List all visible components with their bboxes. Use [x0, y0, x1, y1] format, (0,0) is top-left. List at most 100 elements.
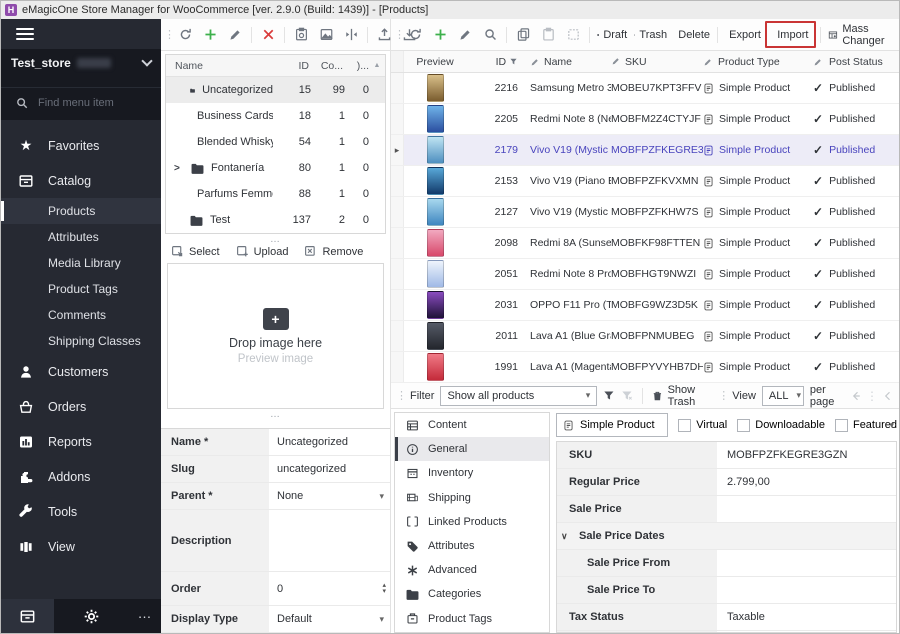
column-type[interactable]: Product Type [703, 56, 813, 68]
column-id[interactable]: ID [466, 56, 526, 68]
apply-filter-icon[interactable] [603, 388, 615, 403]
tab-shipping[interactable]: Shipping [395, 486, 549, 510]
sidebar-item-tools[interactable]: Tools [1, 494, 161, 529]
slug-field[interactable]: uncategorized [269, 456, 390, 482]
category-row[interactable]: Business Cards 18 1 0 [166, 103, 385, 129]
sidebar-item-view[interactable]: View [1, 529, 161, 564]
column-name[interactable]: Name [526, 56, 611, 68]
copy-button[interactable] [511, 23, 535, 47]
filter-drag-handle[interactable]: ⋮ [396, 389, 404, 402]
tab-attributes[interactable]: Attributes [395, 534, 549, 558]
sidebar-item-product-tags[interactable]: Product Tags [1, 276, 161, 302]
menu-search[interactable] [1, 87, 161, 120]
tab-product-tags[interactable]: Product Tags [395, 607, 549, 631]
add-button[interactable] [198, 23, 222, 47]
sidebar-item-comments[interactable]: Comments [1, 302, 161, 328]
select-image-button[interactable]: Select [171, 245, 220, 258]
sidebar-item-orders[interactable]: Orders [1, 389, 161, 424]
image-edit-button[interactable] [314, 23, 338, 47]
upload-image-button[interactable]: Upload [236, 245, 289, 258]
refresh-button[interactable] [403, 23, 427, 47]
category-row[interactable]: Test 137 2 0 [166, 207, 385, 233]
search-button[interactable] [478, 23, 502, 47]
pagination-arrows[interactable]: ⋮ [850, 389, 894, 403]
trash-button[interactable]: Trash [631, 23, 670, 47]
product-row[interactable]: 2205 Redmi Note 8 (Neptune Blue, MOBFM2Z… [391, 104, 899, 135]
column-sku[interactable]: SKU [611, 56, 703, 68]
paste-special-button[interactable] [561, 23, 585, 47]
paste-image-button[interactable] [289, 23, 313, 47]
toolbar-drag-handle[interactable]: ⋮ [394, 28, 402, 41]
image-drop-area[interactable]: + Drop image here Preview image [167, 263, 384, 409]
show-trash-button[interactable]: Show Trash [652, 384, 712, 408]
category-row[interactable]: Blended Whisky 54 1 0 [166, 129, 385, 155]
column-extra[interactable]: )... [343, 60, 369, 72]
name-field[interactable]: Uncategorized [269, 429, 390, 455]
product-row-selected[interactable]: ▸ 2179 Vivo V19 (Mystic Silver, 128 GB M… [391, 135, 899, 166]
clear-filter-icon[interactable] [621, 388, 633, 403]
display-type-dropdown[interactable]: Default▾ [269, 606, 390, 632]
panel-resize-handle[interactable]: … [161, 409, 390, 419]
parent-dropdown[interactable]: None▾ [269, 483, 390, 509]
hamburger-menu-icon[interactable] [1, 19, 161, 49]
tab-categories[interactable]: Categories [395, 582, 549, 606]
sale-price-field[interactable] [717, 496, 896, 522]
paste-button[interactable] [536, 23, 560, 47]
sku-field[interactable]: MOBFPZFKEGRE3GZN [717, 442, 896, 468]
product-row[interactable]: 2051 Redmi Note 8 Pro (Halo White, MOBFH… [391, 259, 899, 290]
collapse-chevron-icon[interactable]: ∨ [561, 531, 571, 542]
filter-dropdown[interactable]: Show all products▾ [440, 386, 597, 406]
product-row[interactable]: 2216 Samsung Metro 313 Dual Sim MOBEU7KP… [391, 73, 899, 104]
tab-general[interactable]: General [395, 437, 549, 461]
edit-button[interactable] [453, 23, 477, 47]
regular-price-field[interactable]: 2.799,00 [717, 469, 896, 495]
sidebar-item-attributes[interactable]: Attributes [1, 224, 161, 250]
tax-status-field[interactable]: Taxable [717, 604, 896, 630]
product-type-dropdown[interactable]: Simple Product ▾ [556, 413, 668, 437]
split-view-button[interactable] [339, 23, 363, 47]
edit-button[interactable] [223, 23, 247, 47]
more-ellipsis-icon[interactable]: … [129, 599, 161, 633]
column-status[interactable]: Post Status [813, 56, 899, 68]
expand-icon[interactable]: > [174, 163, 184, 174]
remove-image-button[interactable]: Remove [304, 245, 363, 258]
featured-checkbox[interactable]: Featured [835, 419, 897, 432]
mass-changer-button[interactable]: Mass Changer [825, 23, 896, 47]
sidebar-item-media-library[interactable]: Media Library [1, 250, 161, 276]
refresh-button[interactable] [173, 23, 197, 47]
order-stepper[interactable]: 0 ▴▾ [269, 572, 390, 605]
store-selector[interactable]: Test_store [1, 49, 161, 79]
delete-button[interactable]: Delete [671, 23, 713, 47]
delete-button[interactable] [256, 23, 280, 47]
column-id[interactable]: ID [271, 60, 309, 72]
sidebar-item-customers[interactable]: Customers [1, 354, 161, 389]
filter-drag-handle[interactable]: ⋮ [718, 389, 726, 402]
column-count[interactable]: Co... [309, 60, 343, 72]
tree-resize-handle[interactable]: … [161, 234, 390, 244]
tab-content[interactable]: Content [395, 413, 549, 437]
tab-advanced[interactable]: Advanced [395, 558, 549, 582]
category-row[interactable]: Parfums Femme 88 1 0 [166, 181, 385, 207]
sidebar-item-favorites[interactable]: ★ Favorites [1, 128, 161, 163]
view-dropdown[interactable]: ALL▾ [762, 386, 804, 406]
description-field[interactable] [269, 510, 390, 571]
sidebar-item-products[interactable]: Products [1, 198, 161, 224]
tax-class-field[interactable]: Standard [717, 631, 896, 633]
category-tree-header[interactable]: Name ID Co... )... ▲ [166, 55, 385, 77]
add-button[interactable] [428, 23, 452, 47]
downloadable-checkbox[interactable]: Downloadable [737, 419, 825, 432]
product-row[interactable]: 2031 OPPO F11 Pro (Thunder Black, MOBFG9… [391, 290, 899, 321]
tab-inventory[interactable]: Inventory [395, 461, 549, 485]
sidebar-item-shipping-classes[interactable]: Shipping Classes [1, 328, 161, 354]
product-row[interactable]: 2011 Lava A1 (Blue Gradient) MOBFPNMUBEG… [391, 321, 899, 352]
search-input[interactable] [38, 97, 138, 109]
sidebar-item-addons[interactable]: Addons [1, 459, 161, 494]
prev-page-icon[interactable] [850, 390, 862, 402]
import-button[interactable]: Import [765, 21, 816, 48]
category-row[interactable]: >Fontanería 80 1 0 [166, 155, 385, 181]
column-name[interactable]: Name [166, 60, 271, 72]
toolbar-drag-handle[interactable]: ⋮ [164, 28, 172, 41]
sale-price-from-field[interactable] [717, 550, 896, 576]
sale-price-to-field[interactable] [717, 577, 896, 603]
product-row[interactable]: 2153 Vivo V19 (Piano Black, 256 GB) MOBF… [391, 166, 899, 197]
